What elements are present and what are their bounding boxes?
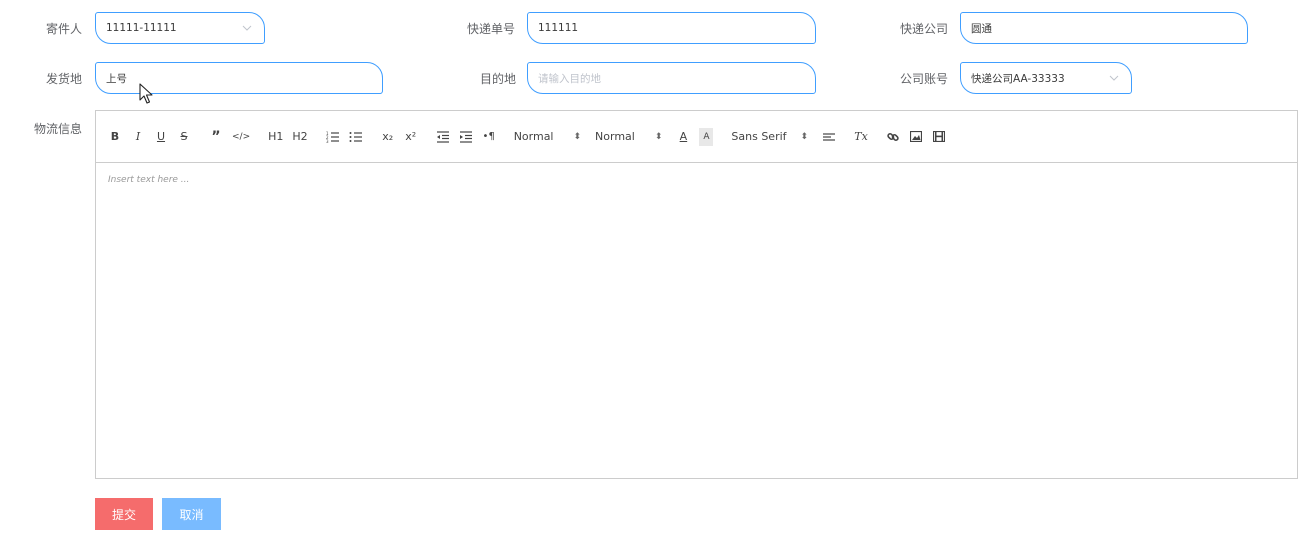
- underline-button[interactable]: U: [154, 128, 168, 146]
- sender-label: 寄件人: [46, 22, 83, 36]
- h2-button[interactable]: H2: [292, 128, 307, 146]
- cancel-button[interactable]: 取消: [162, 498, 221, 530]
- courier-value: 圆通: [971, 22, 992, 35]
- mouse-pointer-icon: [139, 83, 153, 109]
- account-label: 公司账号: [900, 72, 949, 86]
- shipment-form-page: 寄件人 11111-11111 快递单号 111111 快递公司 圆通 发货地 …: [0, 0, 1299, 552]
- logistics-label: 物流信息: [34, 122, 83, 136]
- logistics-rich-text-editor: B I U S ” </> H1 H2 123 x₂ x² •¶ Normal …: [95, 110, 1298, 479]
- editor-placeholder: Insert text here ...: [108, 175, 190, 185]
- image-icon[interactable]: [909, 128, 923, 146]
- subscript-button[interactable]: x₂: [381, 128, 395, 146]
- courier-label: 快递公司: [900, 22, 949, 36]
- h1-button[interactable]: H1: [268, 128, 283, 146]
- tracking-no-value: 111111: [538, 22, 579, 34]
- clean-format-button[interactable]: Tx: [854, 128, 868, 146]
- destination-label: 目的地: [480, 72, 517, 86]
- tracking-no-input[interactable]: 111111: [527, 12, 816, 44]
- account-select[interactable]: 快递公司AA-33333: [960, 62, 1132, 94]
- strike-button[interactable]: S: [177, 128, 191, 146]
- sender-value: 11111-11111: [106, 22, 177, 34]
- editor-toolbar: B I U S ” </> H1 H2 123 x₂ x² •¶ Normal …: [96, 111, 1297, 163]
- sender-select[interactable]: 11111-11111: [95, 12, 265, 44]
- size-picker-label: Normal: [513, 130, 554, 143]
- updown-arrow-icon: ⬍: [654, 131, 663, 142]
- bullet-list-icon[interactable]: [349, 128, 363, 146]
- origin-label: 发货地: [46, 72, 83, 86]
- destination-input[interactable]: 请输入目的地: [527, 62, 816, 94]
- video-icon[interactable]: [932, 128, 946, 146]
- link-icon[interactable]: [886, 128, 900, 146]
- direction-button[interactable]: •¶: [482, 128, 496, 146]
- blockquote-button[interactable]: ”: [209, 128, 223, 146]
- superscript-button[interactable]: x²: [404, 128, 418, 146]
- tracking-no-label: 快递单号: [467, 22, 516, 36]
- ordered-list-icon[interactable]: 123: [326, 128, 340, 146]
- italic-button[interactable]: I: [131, 128, 145, 146]
- align-icon[interactable]: [822, 128, 836, 146]
- header-picker-label: Normal: [595, 130, 635, 143]
- chevron-down-icon: [1107, 71, 1121, 85]
- indent-icon[interactable]: [459, 128, 473, 146]
- font-color-button[interactable]: A: [676, 128, 690, 146]
- svg-text:3: 3: [326, 139, 329, 143]
- chevron-down-icon: [240, 21, 254, 35]
- background-color-button[interactable]: A: [699, 127, 714, 146]
- editor-content-area[interactable]: Insert text here ...: [96, 163, 1297, 197]
- courier-input[interactable]: 圆通: [960, 12, 1248, 44]
- bold-button[interactable]: B: [108, 128, 122, 146]
- header-picker[interactable]: Normal ⬍: [595, 128, 662, 146]
- updown-arrow-icon: ⬍: [573, 131, 582, 142]
- outdent-icon[interactable]: [436, 128, 450, 146]
- code-button[interactable]: </>: [232, 128, 250, 146]
- destination-placeholder: 请输入目的地: [538, 72, 601, 85]
- size-picker[interactable]: Normal ⬍: [514, 128, 581, 146]
- font-picker[interactable]: Sans Serif ⬍: [731, 128, 808, 146]
- submit-button[interactable]: 提交: [95, 498, 153, 530]
- updown-arrow-icon: ⬍: [800, 131, 809, 142]
- account-value: 快递公司AA-33333: [971, 72, 1065, 85]
- font-picker-label: Sans Serif: [731, 130, 787, 143]
